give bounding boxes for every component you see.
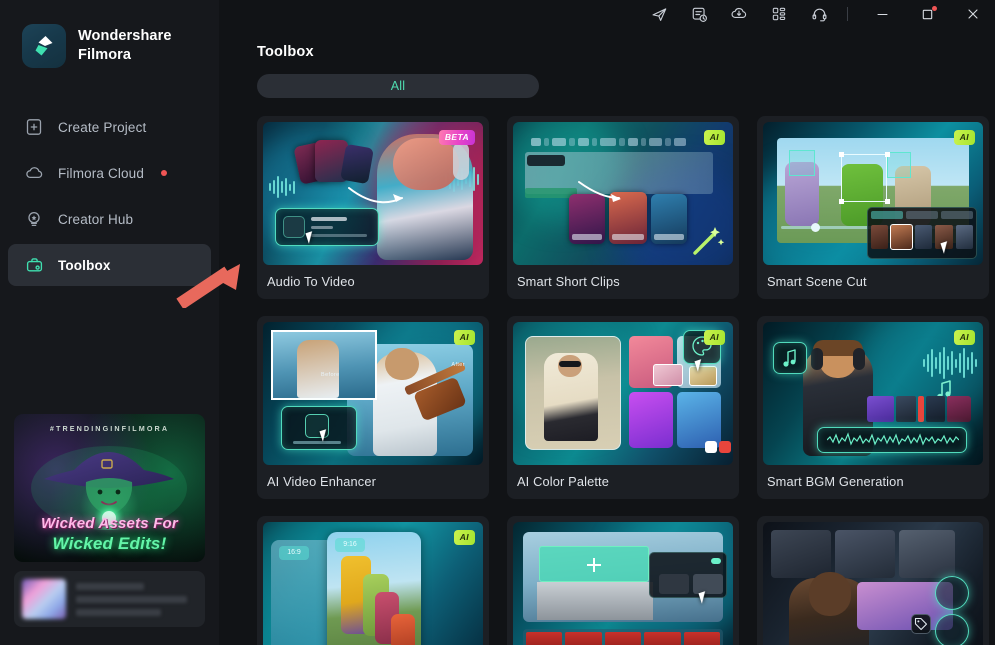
minimize-button[interactable] (860, 0, 905, 28)
lightbulb-icon (24, 209, 44, 229)
sidebar-item-filmora-cloud[interactable]: Filmora Cloud (8, 152, 211, 194)
send-feedback-icon[interactable] (639, 0, 679, 28)
music-note-icon (783, 349, 796, 367)
maximize-button[interactable] (905, 0, 950, 28)
tool-card-label: Smart BGM Generation (767, 474, 904, 489)
audio-waveform (827, 432, 959, 446)
tool-card-label: AI Video Enhancer (267, 474, 377, 489)
close-button[interactable] (950, 0, 995, 28)
page-title: Toolbox (257, 44, 314, 60)
tool-card-smart-short-clips[interactable]: AI Smart Short Clips (507, 116, 739, 299)
titlebar-tools (639, 0, 995, 28)
sidebar-item-label: Toolbox (58, 257, 111, 273)
sidebar-item-creator-hub[interactable]: Creator Hub (8, 198, 211, 240)
notification-dot (161, 170, 167, 176)
tool-card-badge: AI (453, 330, 475, 345)
sidebar: Wondershare Filmora Create Project Filmo… (0, 0, 219, 645)
tool-card-thumbnail: AI (763, 322, 983, 465)
update-notification-dot (932, 6, 937, 11)
main-area: Toolbox All BETA Audio To Video AI Smart… (219, 0, 995, 645)
sidebar-item-label: Create Project (58, 119, 147, 135)
sidebar-item-create-project[interactable]: Create Project (8, 106, 211, 148)
tag-icon (914, 617, 928, 631)
sidebar-item-toolbox[interactable]: Toolbox (8, 244, 211, 286)
tool-card-thumbnail: AI (513, 322, 733, 465)
tool-card-thumbnail: BETA (263, 122, 483, 265)
brand: Wondershare Filmora (0, 0, 219, 68)
toolbox-content: Toolbox All BETA Audio To Video AI Smart… (219, 28, 995, 645)
file-plus-icon (24, 117, 44, 137)
sidebar-nav: Create Project Filmora Cloud Creator Hub… (0, 106, 219, 286)
filmora-window: Wondershare Filmora Create Project Filmo… (0, 0, 995, 645)
toolbox-icon (24, 255, 44, 275)
promo-secondary-item[interactable] (14, 571, 205, 627)
sidebar-item-label: Filmora Cloud (58, 165, 144, 181)
tool-card-thumbnail (763, 522, 983, 645)
tool-card-audio-to-video[interactable]: BETA Audio To Video (257, 116, 489, 299)
promo-title-line-1: Wicked Assets For (41, 515, 178, 532)
tool-card-badge: AI (953, 330, 975, 345)
tool-card-thumbnail: 16:9 9:16 AI (263, 522, 483, 645)
tool-card-badge: AI (703, 130, 725, 145)
promo-secondary-text-placeholder (76, 582, 197, 616)
tool-card-label: Smart Scene Cut (767, 274, 867, 289)
cloud-icon (24, 163, 44, 183)
brand-text: Wondershare Filmora (78, 27, 172, 64)
promo-banner[interactable]: #TRENDINGINFILMORA Wicked Assets For Wic… (14, 414, 205, 562)
tool-card-badge: AI (703, 330, 725, 345)
titlebar-divider (847, 7, 848, 21)
magic-wand-icon (693, 227, 725, 255)
tool-card-ai-color-palette[interactable]: AI AI Color Palette (507, 316, 739, 499)
tool-card-smart-scene-cut[interactable]: AI Smart Scene Cut (757, 116, 989, 299)
tools-grid: BETA Audio To Video AI Smart Short Clips… (257, 116, 995, 645)
sidebar-promo: #TRENDINGINFILMORA Wicked Assets For Wic… (0, 414, 219, 645)
tool-card-thumbnail: AI (513, 122, 733, 265)
support-headset-icon[interactable] (799, 0, 839, 28)
promo-secondary-thumbnail (22, 579, 66, 619)
task-list-icon[interactable] (679, 0, 719, 28)
filter-tabs: All (257, 74, 995, 98)
tool-card-row3-1[interactable]: 16:9 9:16 AI (257, 516, 489, 645)
tool-card-thumbnail: AI (763, 122, 983, 265)
apps-grid-icon[interactable] (759, 0, 799, 28)
cloud-download-icon[interactable] (719, 0, 759, 28)
tool-card-ai-video-enhancer[interactable]: Before After AI AI Video Enhancer (257, 316, 489, 499)
promo-title-line-2: Wicked Edits! (52, 534, 167, 553)
flow-arrow-icon (348, 187, 403, 204)
tool-card-label: AI Color Palette (517, 474, 610, 489)
tool-card-row3-3[interactable] (757, 516, 989, 645)
tool-card-badge: BETA (438, 130, 475, 145)
tool-card-label: Smart Short Clips (517, 274, 620, 289)
tool-card-thumbnail (513, 522, 733, 645)
tool-card-badge: AI (953, 130, 975, 145)
filter-tab-all[interactable]: All (257, 74, 539, 98)
tool-card-label: Audio To Video (267, 274, 355, 289)
tool-card-row3-2[interactable] (507, 516, 739, 645)
titlebar (219, 0, 995, 28)
tool-card-badge: AI (453, 530, 475, 545)
tool-card-smart-bgm-generation[interactable]: AI Smart BGM Generation (757, 316, 989, 499)
sidebar-item-label: Creator Hub (58, 211, 134, 227)
brand-line-1: Wondershare (78, 28, 172, 45)
flow-arrow-icon (578, 181, 621, 202)
filmora-logo-icon (22, 24, 66, 68)
brand-line-2: Filmora (78, 47, 132, 63)
tool-card-thumbnail: Before After AI (263, 322, 483, 465)
